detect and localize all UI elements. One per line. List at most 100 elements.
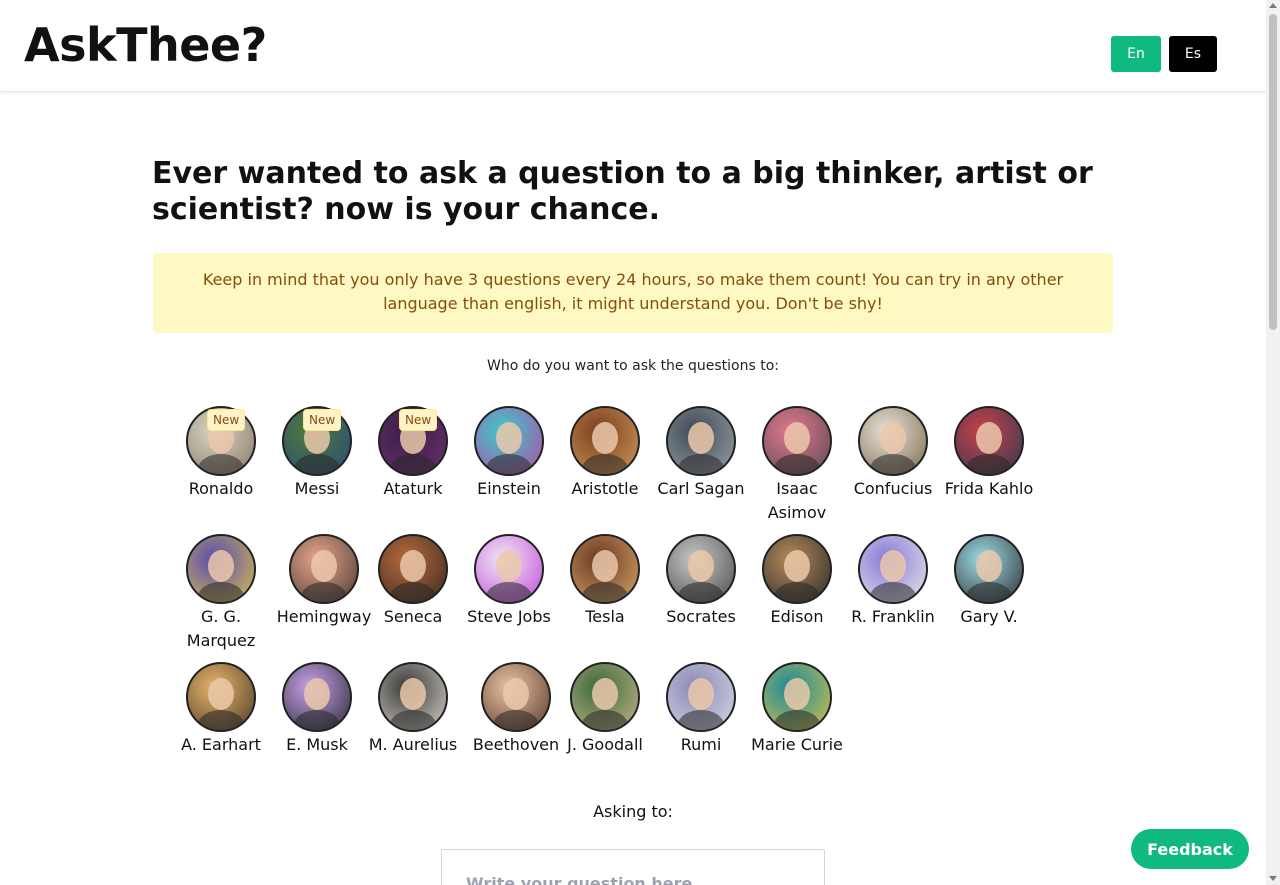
thinker-name: A. Earhart — [181, 735, 261, 754]
thinker-name: Einstein — [477, 479, 541, 498]
thinker-card[interactable]: New Ataturk — [363, 406, 463, 501]
asking-label: Asking to: — [593, 802, 673, 821]
thinker-avatar[interactable] — [378, 662, 448, 732]
thinker-name: Ronaldo — [188, 479, 254, 498]
new-badge: New — [399, 409, 438, 431]
thinker-avatar[interactable] — [570, 406, 640, 476]
thinker-avatar[interactable] — [186, 662, 256, 732]
thinker-card[interactable]: J. Goodall — [555, 662, 655, 757]
portrait-face — [400, 550, 426, 582]
thinker-avatar[interactable] — [474, 534, 544, 604]
thinker-card[interactable]: Edison — [747, 534, 847, 629]
thinker-card[interactable]: Confucius — [843, 406, 943, 501]
thinker-avatar[interactable] — [954, 534, 1024, 604]
portrait-face — [592, 678, 618, 710]
thinker-card[interactable]: Beethoven — [466, 662, 566, 757]
portrait-body — [678, 454, 724, 474]
thinker-card[interactable]: Isaac Asimov — [747, 406, 847, 525]
thinker-card[interactable]: New Messi — [267, 406, 367, 501]
thinker-name: Isaac Asimov — [767, 479, 827, 522]
thinker-avatar[interactable] — [666, 534, 736, 604]
thinker-avatar[interactable] — [762, 406, 832, 476]
thinker-card[interactable]: Einstein — [459, 406, 559, 501]
portrait-face — [400, 678, 426, 710]
who-label: Who do you want to ask the questions to: — [486, 358, 779, 374]
thinker-name: Gary V. — [960, 607, 1018, 626]
portrait-face — [784, 678, 810, 710]
scroll-thumb[interactable] — [1269, 14, 1277, 330]
site-logo[interactable]: AskThee? — [24, 18, 267, 72]
thinker-card[interactable]: G. G. Marquez — [171, 534, 271, 653]
thinker-avatar[interactable] — [858, 534, 928, 604]
portrait-body — [966, 582, 1012, 602]
page-scrollbar[interactable] — [1266, 0, 1280, 885]
thinker-card[interactable]: Gary V. — [939, 534, 1039, 629]
portrait-body — [582, 582, 628, 602]
thinker-card[interactable]: R. Franklin — [843, 534, 943, 629]
thinker-avatar[interactable] — [289, 534, 359, 604]
thinker-card[interactable]: Hemingway — [274, 534, 374, 629]
thinker-avatar[interactable] — [858, 406, 928, 476]
thinker-avatar[interactable] — [570, 662, 640, 732]
portrait-body — [390, 582, 436, 602]
thinker-card[interactable]: New Ronaldo — [171, 406, 271, 501]
thinker-card[interactable]: Marie Curie — [747, 662, 847, 757]
thinker-name: Aristotle — [571, 479, 639, 498]
thinker-card[interactable]: A. Earhart — [171, 662, 271, 757]
thinker-name: Messi — [294, 479, 340, 498]
portrait-face — [976, 422, 1002, 454]
portrait-face — [496, 550, 522, 582]
thinker-card[interactable]: Frida Kahlo — [939, 406, 1039, 501]
thinker-name: G. G. Marquez — [186, 607, 256, 650]
thinker-card[interactable]: Aristotle — [555, 406, 655, 501]
thinker-avatar[interactable] — [474, 406, 544, 476]
thinker-card[interactable]: Steve Jobs — [459, 534, 559, 629]
thinker-avatar[interactable] — [666, 662, 736, 732]
portrait-body — [294, 710, 340, 730]
thinker-avatar[interactable] — [666, 406, 736, 476]
portrait-body — [301, 582, 347, 602]
portrait-body — [582, 454, 628, 474]
scroll-down-arrow-icon[interactable] — [1269, 876, 1277, 881]
portrait-face — [592, 550, 618, 582]
portrait-body — [198, 582, 244, 602]
portrait-face — [880, 422, 906, 454]
portrait-face — [496, 422, 522, 454]
scroll-up-arrow-icon[interactable] — [1269, 3, 1277, 8]
header: AskThee? En Es — [0, 0, 1266, 92]
thinker-avatar[interactable] — [954, 406, 1024, 476]
portrait-body — [774, 582, 820, 602]
thinker-name: Edison — [770, 607, 824, 626]
thinker-avatar[interactable] — [378, 534, 448, 604]
thinker-avatar[interactable] — [282, 662, 352, 732]
portrait-face — [311, 550, 337, 582]
thinker-avatar[interactable] — [762, 534, 832, 604]
portrait-body — [294, 454, 340, 474]
lang-es-button[interactable]: Es — [1169, 36, 1217, 72]
notice-banner: Keep in mind that you only have 3 questi… — [153, 253, 1113, 333]
thinker-name: Seneca — [383, 607, 443, 626]
portrait-face — [208, 678, 234, 710]
feedback-button[interactable]: Feedback — [1131, 829, 1249, 869]
thinker-card[interactable]: E. Musk — [267, 662, 367, 757]
thinker-name: Carl Sagan — [657, 479, 745, 498]
thinker-avatar[interactable] — [570, 534, 640, 604]
portrait-body — [198, 710, 244, 730]
question-input[interactable] — [441, 849, 825, 885]
thinker-avatar[interactable] — [762, 662, 832, 732]
new-badge: New — [207, 409, 246, 431]
lang-en-button[interactable]: En — [1111, 36, 1161, 72]
portrait-body — [966, 454, 1012, 474]
portrait-body — [582, 710, 628, 730]
thinker-card[interactable]: M. Aurelius — [363, 662, 463, 757]
thinker-card[interactable]: Carl Sagan — [651, 406, 751, 501]
portrait-face — [688, 422, 714, 454]
portrait-body — [198, 454, 244, 474]
thinker-card[interactable]: Rumi — [651, 662, 751, 757]
portrait-face — [688, 678, 714, 710]
thinker-card[interactable]: Seneca — [363, 534, 463, 629]
thinker-card[interactable]: Socrates — [651, 534, 751, 629]
thinker-card[interactable]: Tesla — [555, 534, 655, 629]
thinker-avatar[interactable] — [186, 534, 256, 604]
thinker-avatar[interactable] — [481, 662, 551, 732]
